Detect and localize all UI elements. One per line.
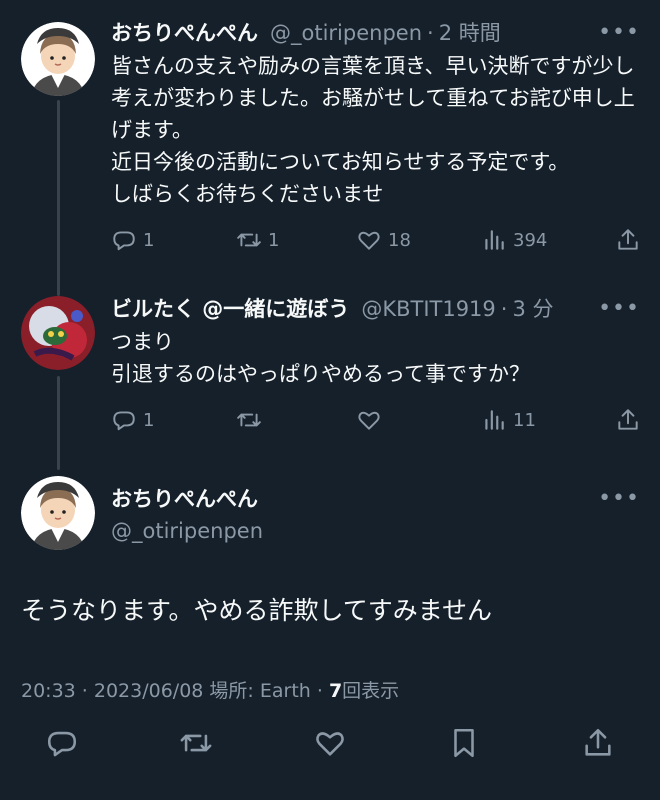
author-name[interactable]: おちりぺんぺん: [111, 18, 258, 48]
views-button[interactable]: 394: [481, 227, 611, 253]
tweet-text: つまり 引退するのはやっぱりやめるって事ですか？: [111, 330, 530, 386]
tweet-2-header: ビルたく @一緒に遊ぼう @KBTIT1919 · 3 分 •••: [111, 294, 640, 324]
like-button[interactable]: [356, 407, 481, 433]
views-icon: [485, 230, 504, 250]
tweet-thread-page: おちりぺんぺん @_otiripenpen · 2 時間 ••• 皆さんの支えや…: [0, 0, 660, 800]
like-button[interactable]: [313, 726, 347, 764]
retweet-icon: [237, 233, 261, 247]
dot-separator: ·: [427, 21, 434, 45]
view-count: 394: [513, 229, 548, 251]
share-icon: [585, 728, 611, 756]
view-label: 回表示: [342, 680, 400, 702]
more-icon[interactable]: •••: [598, 18, 640, 48]
view-count: 11: [513, 409, 536, 431]
more-icon[interactable]: •••: [598, 486, 640, 511]
bookmark-button[interactable]: [447, 726, 481, 764]
like-button[interactable]: 18: [356, 227, 481, 253]
tweet-1[interactable]: おちりぺんぺん @_otiripenpen · 2 時間 ••• 皆さんの支えや…: [0, 0, 660, 270]
main-author-handle[interactable]: @_otiripenpen: [111, 516, 263, 546]
heart-icon: [358, 411, 380, 430]
author-handle[interactable]: @_otiripenpen: [270, 18, 422, 48]
more-icon[interactable]: •••: [598, 294, 640, 324]
like-count: 18: [388, 229, 411, 251]
share-button[interactable]: [581, 726, 615, 764]
avatar-otiripenpen-main[interactable]: [21, 476, 95, 550]
reply-count: 1: [143, 409, 155, 431]
retweet-icon: [180, 734, 212, 752]
reply-icon: [113, 231, 135, 251]
main-author-name[interactable]: おちりぺんぺん: [111, 484, 258, 514]
tweet-time[interactable]: 3 分: [512, 294, 553, 324]
author-name[interactable]: ビルたく @一緒に遊ぼう: [111, 294, 349, 324]
reply-button[interactable]: [45, 726, 79, 764]
views-button[interactable]: 11: [481, 407, 611, 433]
share-icon: [618, 409, 638, 430]
tweet-1-header: おちりぺんぺん @_otiripenpen · 2 時間 •••: [111, 18, 640, 48]
main-tweet-text: そうなります。やめる詐欺してすみません: [21, 596, 493, 625]
dot-separator: ·: [500, 297, 508, 321]
main-tweet-actions: [45, 726, 615, 764]
tweet-timestamp: 20:33 · 2023/06/08 場所: Earth ·: [21, 680, 329, 702]
tweet-text: 皆さんの支えや励みの言葉を頂き、早い決断ですが少し考えが変わりました。お騒がせし…: [111, 54, 635, 206]
avatar-otiripenpen[interactable]: [21, 22, 95, 96]
retweet-button[interactable]: 1: [236, 227, 356, 253]
retweet-button[interactable]: [179, 726, 213, 764]
reply-icon: [47, 731, 77, 757]
reply-button[interactable]: 1: [111, 227, 236, 253]
share-button[interactable]: [615, 407, 641, 433]
retweet-button[interactable]: [236, 407, 356, 433]
reply-button[interactable]: 1: [111, 407, 236, 433]
heart-icon: [358, 231, 380, 250]
avatar-kbtit1919[interactable]: [21, 296, 95, 370]
retweet-count: 1: [268, 229, 280, 251]
tweet-time[interactable]: 2 時間: [439, 18, 501, 48]
tweet-2-actions: 1 11: [111, 402, 641, 438]
reply-count: 1: [143, 229, 155, 251]
share-icon: [618, 229, 638, 250]
share-button[interactable]: [615, 227, 641, 253]
views-icon: [485, 410, 504, 430]
retweet-icon: [237, 413, 261, 427]
tweet-1-actions: 1 1 18 394: [111, 222, 641, 258]
tweet-meta: 20:33 · 2023/06/08 場所: Earth · 7回表示: [21, 676, 399, 706]
bookmark-icon: [454, 728, 474, 758]
view-count[interactable]: 7: [329, 680, 342, 702]
tweet-2[interactable]: ビルたく @一緒に遊ぼう @KBTIT1919 · 3 分 ••• つまり 引退…: [0, 280, 660, 450]
heart-icon: [316, 732, 344, 756]
reply-icon: [113, 411, 135, 431]
author-handle[interactable]: @KBTIT1919: [361, 294, 495, 324]
